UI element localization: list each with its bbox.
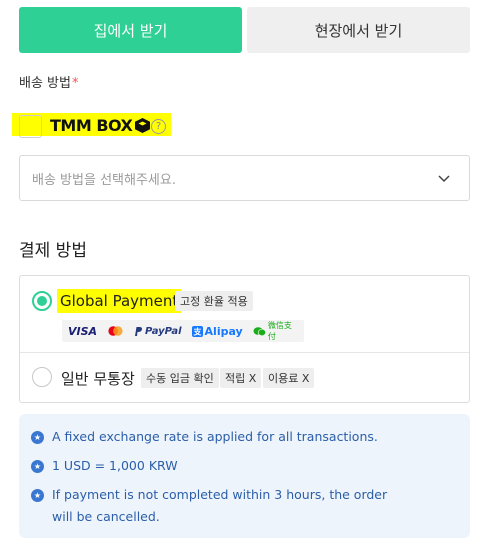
payment-info-box: ★ A fixed exchange rate is applied for a… xyxy=(19,414,470,538)
no-points-badge: 적립 X xyxy=(220,368,262,388)
payment-divider xyxy=(20,352,469,353)
manual-confirm-badge: 수동 입금 확인 xyxy=(141,368,219,388)
radio-bank-transfer[interactable] xyxy=(32,367,52,387)
info-item: ★ 1 USD = 1,000 KRW xyxy=(31,455,178,477)
tab-home-delivery[interactable]: 집에서 받기 xyxy=(19,7,242,53)
paypal-logo-text: PayPal xyxy=(145,325,182,337)
star-icon: ★ xyxy=(31,460,44,473)
info-item: ★ A fixed exchange rate is applied for a… xyxy=(31,426,378,448)
alipay-icon: 支 xyxy=(191,325,203,337)
star-icon: ★ xyxy=(31,431,44,444)
tmm-box-logo-text: TMM BOX xyxy=(50,115,133,135)
global-payment-label[interactable]: Global Payment xyxy=(57,289,182,313)
info-text: If payment is not completed within 3 hou… xyxy=(52,487,388,524)
wechatpay-logo-text: 微信支付 xyxy=(267,321,292,341)
wechatpay-logo: 微信支付 xyxy=(253,320,298,342)
payment-method-title: 결제 방법 xyxy=(19,241,87,261)
wechat-icon xyxy=(253,326,266,336)
delivery-tabs: 집에서 받기 현장에서 받기 xyxy=(19,7,470,53)
shipping-method-label-text: 배송 방법 xyxy=(19,76,71,91)
no-fee-badge: 이용료 X xyxy=(263,368,315,388)
chevron-down-icon xyxy=(438,175,450,183)
paypal-logo: PayPal xyxy=(134,326,182,337)
shipping-method-label: 배송 방법* xyxy=(19,72,78,91)
alipay-logo-text: Alipay xyxy=(204,324,243,338)
shipping-select-placeholder: 배송 방법을 선택해주세요. xyxy=(32,172,176,188)
mastercard-icon xyxy=(108,326,123,336)
tab-onsite-pickup[interactable]: 현장에서 받기 xyxy=(247,7,470,53)
required-mark: * xyxy=(71,76,79,91)
info-item: ★ If payment is not completed within 3 h… xyxy=(31,484,411,528)
star-icon: ★ xyxy=(31,489,44,502)
radio-global-payment[interactable] xyxy=(32,291,52,311)
visa-logo: VISA xyxy=(68,324,98,338)
info-text: A fixed exchange rate is applied for all… xyxy=(52,429,378,444)
paypal-icon xyxy=(135,326,143,336)
fixed-rate-badge: 고정 환율 적용 xyxy=(175,291,253,311)
shipping-method-select[interactable]: 배송 방법을 선택해주세요. xyxy=(19,155,470,201)
info-text: 1 USD = 1,000 KRW xyxy=(52,458,178,473)
payment-logos: VISA PayPal 支 Alipay 微信支付 xyxy=(62,320,304,342)
tmm-box-checkbox[interactable] xyxy=(19,115,42,138)
svg-text:支: 支 xyxy=(192,326,202,336)
bank-transfer-label[interactable]: 일반 무통장 xyxy=(61,368,135,389)
payment-method-box: Global Payment 고정 환율 적용 VISA PayPal 支 Al… xyxy=(19,275,470,403)
help-icon[interactable]: ? xyxy=(151,119,166,134)
alipay-logo: 支 Alipay xyxy=(191,324,243,338)
tmm-box-logo: TMM BOX xyxy=(50,114,151,136)
tmm-box-cube-icon xyxy=(135,117,151,133)
